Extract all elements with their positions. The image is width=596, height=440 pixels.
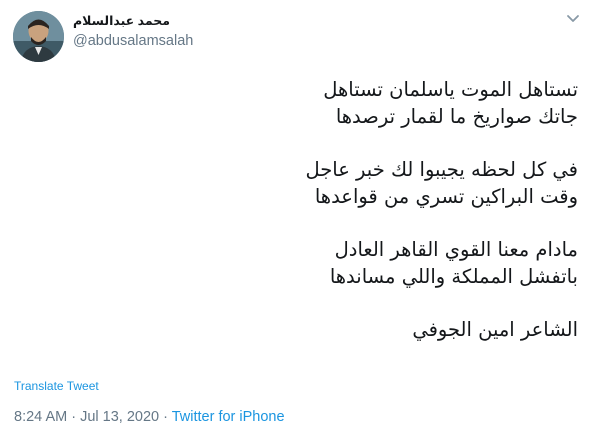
tweet-text: تستاهل الموت ياسلمان تستاهل جاتك صواريخ … xyxy=(38,76,578,343)
tweet-line: في كل لحظه يجيبوا لك خبر عاجل xyxy=(305,158,578,181)
meta-separator: · xyxy=(159,409,172,425)
tweet-line: تستاهل الموت ياسلمان تستاهل xyxy=(323,78,578,101)
meta-separator: · xyxy=(67,409,81,425)
tweet-time[interactable]: 8:24 AM xyxy=(14,409,67,425)
tweet-line: باتفشل المملكة واللي مساندها xyxy=(329,265,578,288)
translate-tweet-link[interactable]: Translate Tweet xyxy=(14,379,99,393)
chevron-down-icon[interactable] xyxy=(566,14,580,24)
tweet-line: الشاعر امين الجوفي xyxy=(412,318,578,341)
avatar-photo xyxy=(13,11,64,62)
user-handle[interactable]: @abdusalamsalah xyxy=(73,33,193,49)
tweet-source-link[interactable]: Twitter for iPhone xyxy=(172,409,285,425)
tweet-meta: 8:24 AM · Jul 13, 2020 · Twitter for iPh… xyxy=(14,409,285,425)
tweet-date[interactable]: Jul 13, 2020 xyxy=(80,409,159,425)
tweet-line: جاتك صواريخ ما لقمار ترصدها xyxy=(335,105,578,128)
avatar[interactable] xyxy=(13,11,64,62)
display-name[interactable]: محمد عبدالسلام xyxy=(73,13,170,28)
tweet-line: وقت البراكين تسري من قواعدها xyxy=(314,185,578,208)
tweet-line: مادام معنا القوي القاهر العادل xyxy=(334,238,578,261)
tweet-card: محمد عبدالسلام @abdusalamsalah تستاهل ال… xyxy=(0,0,596,440)
